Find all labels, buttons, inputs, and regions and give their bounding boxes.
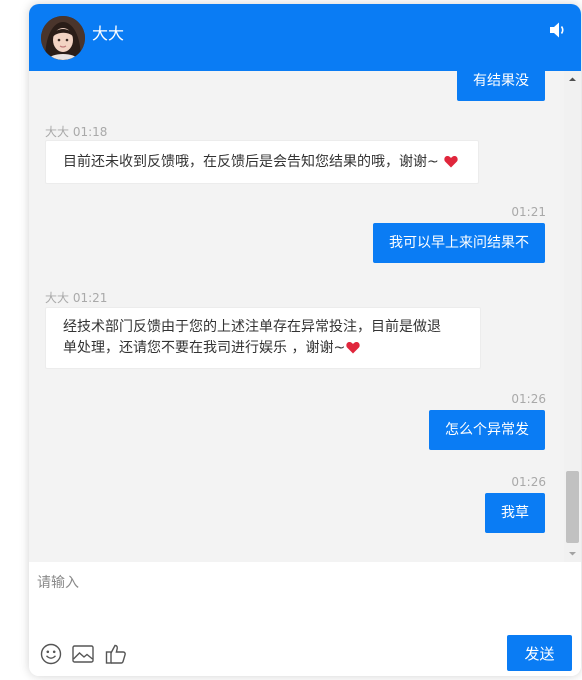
message-list: 有结果没 大大 01:18 目前还未收到反馈哦，在反馈后是会告知您结果的哦，谢谢… [29,71,581,562]
message-scrollbar[interactable] [564,71,581,562]
chat-header: 大大 [29,4,581,71]
incoming-message: 目前还未收到反馈哦，在反馈后是会告知您结果的哦，谢谢~ [45,140,479,184]
chat-window: 大大 有结果没 大大 01:18 目前还未收到反馈哦，在反馈后是会告知您结果的哦… [29,4,581,676]
heart-icon [444,155,458,168]
sender-name: 大大 [45,125,70,139]
thumbs-up-icon[interactable] [104,642,128,666]
message-time: 01:21 [72,291,108,305]
message-time: 01:18 [72,125,108,139]
message-input[interactable] [35,566,571,622]
outgoing-message: 怎么个异常发 [429,410,545,450]
incoming-message: 经技术部门反馈由于您的上述注单存在异常投注，目前是做退 单处理，还请您不要在我司… [45,307,481,369]
message-meta: 大大 01:21 [45,289,107,306]
message-text: 我草 [501,505,529,521]
message-time: 01:26 [511,475,546,489]
message-text: 单处理，还请您不要在我司进行娱乐 ，谢谢~ [63,340,346,356]
outgoing-message: 有结果没 [457,71,545,101]
agent-avatar [41,16,85,60]
message-text: 怎么个异常发 [445,422,529,438]
agent-name: 大大 [92,24,125,43]
composer: 发送 [29,562,581,676]
emoji-icon[interactable] [39,642,63,666]
message-time: 01:21 [511,205,546,219]
heart-icon [346,341,360,354]
message-text-line: 经技术部门反馈由于您的上述注单存在异常投注，目前是做退 [63,319,441,335]
scroll-up-arrow-icon[interactable] [564,71,581,88]
message-meta: 大大 01:18 [45,123,107,140]
message-text: 有结果没 [473,73,529,89]
message-text: 我可以早上来问结果不 [389,235,529,251]
outgoing-message: 我可以早上来问结果不 [373,223,545,263]
image-icon[interactable] [71,642,95,666]
message-text: 目前还未收到反馈哦，在反馈后是会告知您结果的哦，谢谢~ [63,154,439,170]
message-time: 01:26 [511,392,546,406]
send-button[interactable]: 发送 [507,635,572,671]
speaker-icon[interactable] [548,21,568,39]
scroll-down-arrow-icon[interactable] [564,545,581,562]
outgoing-message: 我草 [485,493,545,533]
scrollbar-thumb[interactable] [566,471,579,543]
message-text-line: 单处理，还请您不要在我司进行娱乐 ，谢谢~ [63,338,463,359]
sender-name: 大大 [45,291,70,305]
